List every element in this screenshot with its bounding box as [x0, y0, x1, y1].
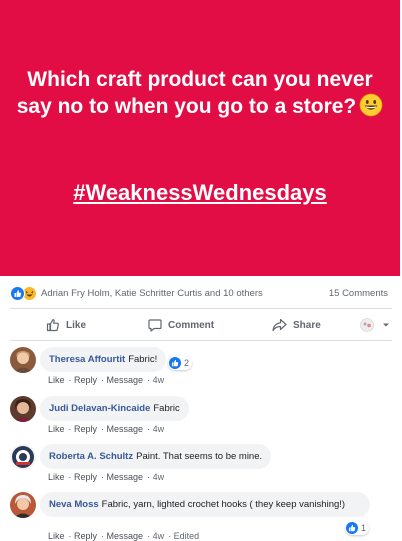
- comment-like-link[interactable]: Like: [48, 531, 65, 541]
- comment-count[interactable]: 15 Comments: [329, 288, 388, 299]
- comment-bubble: Roberta A. Schultz Paint. That seems to b…: [40, 444, 272, 469]
- comment-meta: Like · Reply · Message · 4w: [48, 472, 165, 482]
- comment-timestamp[interactable]: 4w: [153, 531, 165, 541]
- comment-timestamp[interactable]: 4w: [153, 424, 165, 434]
- comment-author[interactable]: Theresa Affourtit: [49, 354, 125, 365]
- comment-reply-link[interactable]: Reply: [74, 424, 97, 434]
- post-actions: Like Comment Share: [0, 312, 400, 338]
- comment-bubble: Neva Moss Fabric, yarn, lighted crochet h…: [40, 492, 370, 517]
- comment-reply-link[interactable]: Reply: [74, 531, 97, 541]
- commenter-avatar[interactable]: [10, 347, 36, 373]
- comment-like-link[interactable]: Like: [48, 375, 65, 385]
- audience-selector[interactable]: [360, 318, 396, 332]
- like-icon: [169, 357, 181, 369]
- comment-message-link[interactable]: Message: [107, 424, 144, 434]
- comment-bubble: Judi Delavan-Kincaide Fabric: [40, 396, 189, 421]
- comment-button[interactable]: Comment: [148, 318, 214, 332]
- reaction-count: 1: [361, 523, 367, 533]
- comment-like-link[interactable]: Like: [48, 424, 65, 434]
- comment-timestamp[interactable]: 4w: [153, 472, 165, 482]
- comment-edited-label[interactable]: Edited: [174, 531, 200, 541]
- commenter-avatar[interactable]: [10, 444, 36, 470]
- comment-text: Paint. That seems to be mine.: [136, 451, 263, 462]
- comment-meta: Like · Reply · Message · 4w: [48, 424, 165, 434]
- post-question: Which craft product can you never say no…: [10, 66, 390, 120]
- comment-message-link[interactable]: Message: [107, 531, 144, 541]
- comment-reactions[interactable]: 2: [168, 356, 193, 370]
- share-button-label: Share: [293, 319, 321, 331]
- post-hashtag[interactable]: #WeaknessWednesdays: [0, 180, 400, 206]
- comment-bubble: Theresa Affourtit Fabric!: [40, 347, 167, 372]
- comment-message-link[interactable]: Message: [107, 375, 144, 385]
- comment-meta: Like · Reply · Message · 4w: [48, 375, 165, 385]
- post-image[interactable]: Which craft product can you never say no…: [0, 0, 400, 276]
- comment-meta: Like · Reply · Message · 4w · Edited: [48, 531, 200, 541]
- like-button[interactable]: Like: [46, 318, 86, 332]
- comment-timestamp[interactable]: 4w: [153, 375, 165, 385]
- comment-author[interactable]: Neva Moss: [49, 499, 99, 510]
- comment-reply-link[interactable]: Reply: [74, 472, 97, 482]
- reaction-count: 2: [184, 358, 190, 368]
- comment-like-link[interactable]: Like: [48, 472, 65, 482]
- comment-button-label: Comment: [168, 319, 215, 331]
- comment-text: Fabric!: [128, 354, 158, 365]
- like-button-label: Like: [66, 319, 87, 331]
- share-icon: [272, 318, 287, 332]
- grinning-face-emoji-icon: [359, 93, 383, 117]
- comment-message-link[interactable]: Message: [107, 472, 144, 482]
- commenter-avatar[interactable]: [10, 492, 36, 518]
- page-avatar-icon: [360, 318, 374, 332]
- comment-author[interactable]: Roberta A. Schultz: [49, 451, 133, 462]
- reactors-list[interactable]: Adrian Fry Holm, Katie Schritter Curtis …: [41, 288, 263, 299]
- share-button[interactable]: Share: [272, 318, 321, 332]
- divider: [10, 340, 392, 341]
- post-question-text: Which craft product can you never say no…: [16, 68, 373, 118]
- reaction-icons[interactable]: [10, 285, 37, 301]
- comment-icon: [148, 319, 162, 332]
- comment-text: Fabric: [153, 403, 180, 414]
- thumbs-up-icon: [46, 319, 59, 332]
- like-icon: [346, 522, 358, 534]
- comment-reactions[interactable]: 1: [345, 521, 370, 535]
- comment-author[interactable]: Judi Delavan-Kincaide: [49, 403, 150, 414]
- chevron-down-icon: [383, 323, 389, 327]
- commenter-avatar[interactable]: [10, 396, 36, 422]
- comment-text: Fabric, yarn, lighted crochet hooks ( th…: [101, 499, 346, 510]
- divider: [10, 308, 392, 309]
- reactions-summary: Adrian Fry Holm, Katie Schritter Curtis …: [0, 280, 400, 306]
- comment-reply-link[interactable]: Reply: [74, 375, 97, 385]
- like-icon: [10, 285, 25, 301]
